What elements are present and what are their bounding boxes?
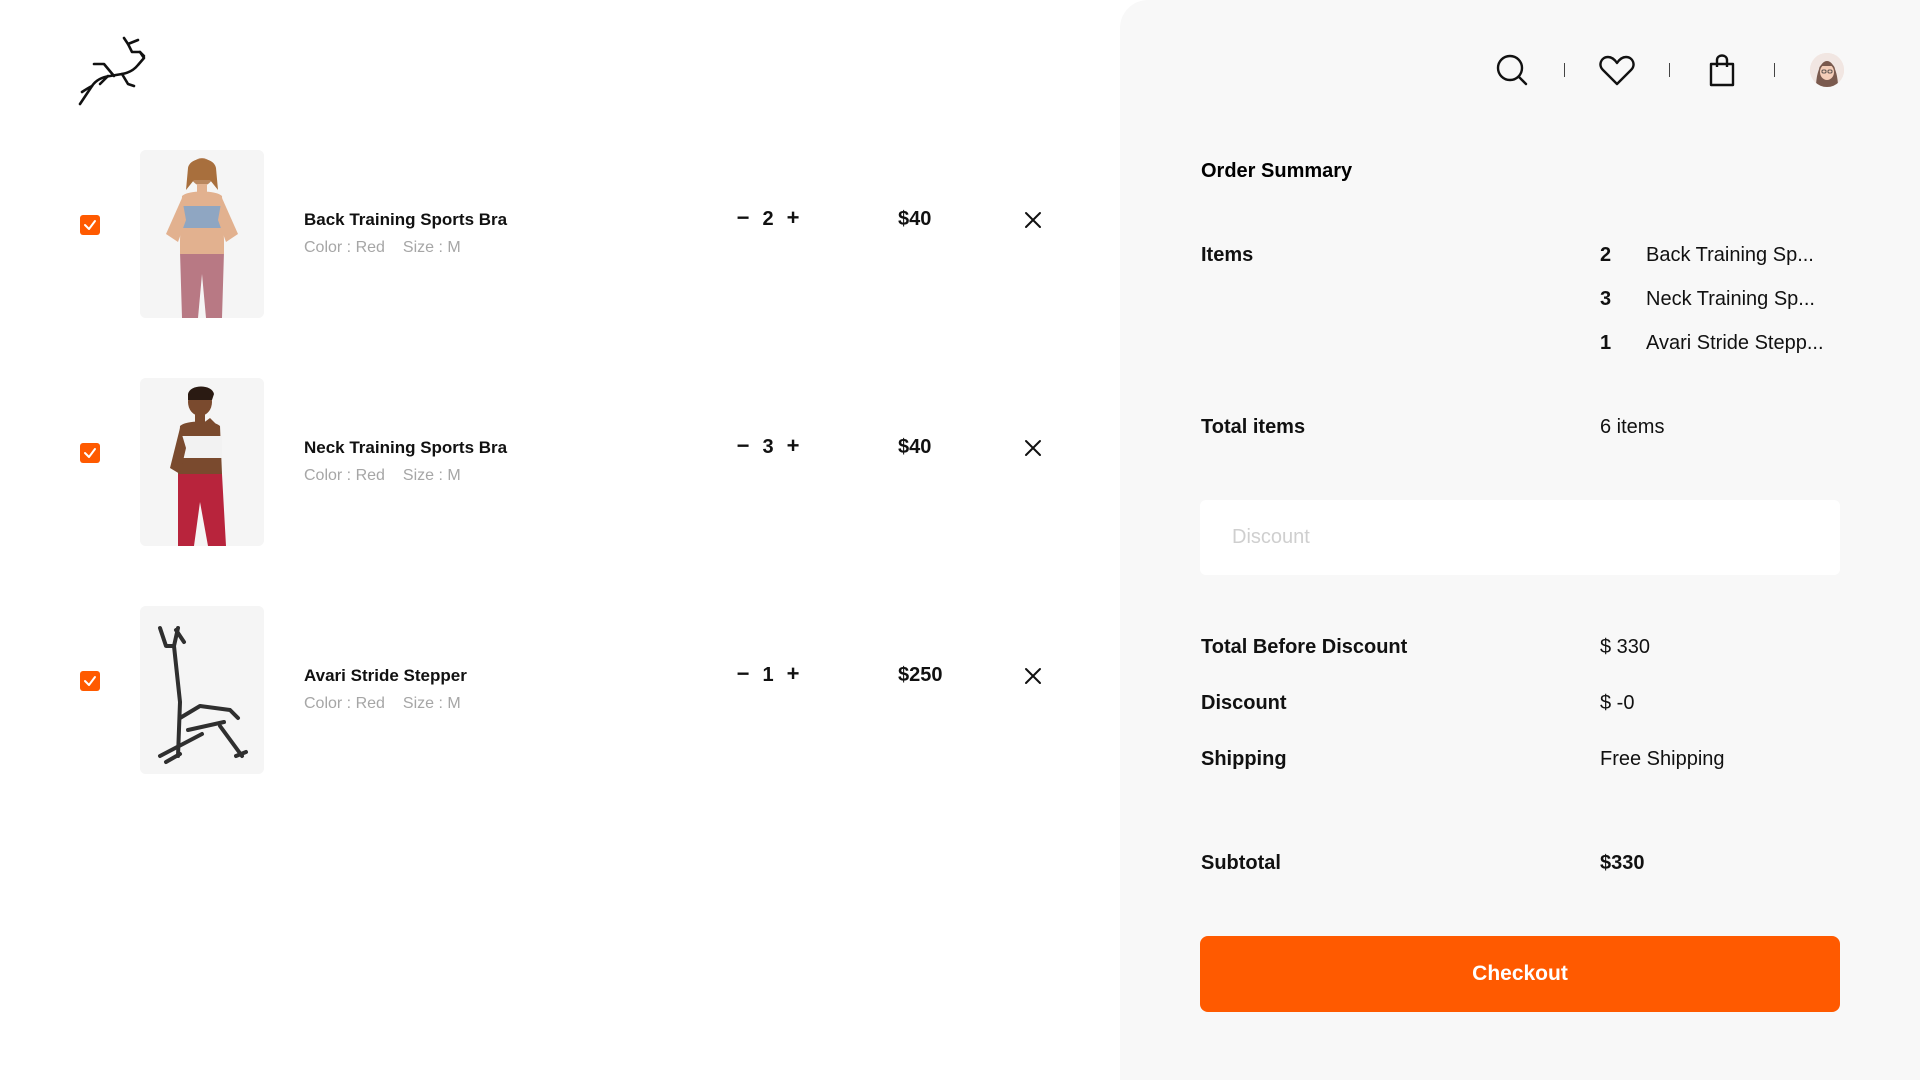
discount-input[interactable]: [1200, 500, 1840, 575]
decrease-qty-button[interactable]: −: [730, 660, 756, 690]
cart-item: Neck Training Sports Bra Color : Red Size…: [0, 378, 1120, 546]
quantity-value: 2: [762, 207, 774, 230]
order-summary-panel: Order Summary Items 2 Back Training Sp..…: [1120, 0, 1920, 1080]
summary-item-name: Back Training Sp...: [1646, 244, 1814, 266]
divider: [1564, 63, 1565, 77]
close-icon[interactable]: [1024, 667, 1042, 685]
avatar[interactable]: [1809, 52, 1845, 88]
divider: [1774, 63, 1775, 77]
summary-item: 2 Back Training Sp...: [1600, 244, 1846, 267]
item-price: $40: [898, 436, 932, 458]
shipping-label: Shipping: [1201, 748, 1287, 770]
quantity-stepper: − 3 +: [730, 432, 806, 462]
shipping-value: Free Shipping: [1600, 748, 1725, 770]
product-size: Size : M: [402, 239, 461, 256]
quantity-value: 1: [762, 663, 774, 686]
quantity-value: 3: [762, 435, 774, 458]
sports-bra-blue-image[interactable]: [140, 150, 264, 318]
search-icon[interactable]: [1494, 52, 1530, 88]
cart-list: Back Training Sports Bra Color : Red Size…: [0, 0, 1120, 1080]
stepper-image[interactable]: [140, 606, 264, 774]
summary-item-count: 3: [1600, 288, 1612, 310]
item-price: $250: [898, 664, 943, 686]
sports-bra-white-image[interactable]: [140, 378, 264, 546]
product-name[interactable]: Avari Stride Stepper: [304, 666, 467, 686]
discount-value: $ -0: [1600, 692, 1635, 714]
decrease-qty-button[interactable]: −: [730, 204, 756, 234]
subtotal-value: $330: [1600, 852, 1645, 874]
summary-item-count: 1: [1600, 332, 1612, 354]
product-meta: Color : Red Size : M: [304, 467, 461, 485]
product-color: Color : Red: [304, 695, 385, 712]
cart-page: Back Training Sports Bra Color : Red Size…: [0, 0, 1920, 1080]
total-before-discount-value: $ 330: [1600, 636, 1651, 658]
item-checkbox[interactable]: [80, 215, 100, 235]
item-checkbox[interactable]: [80, 443, 100, 463]
cart-item: Back Training Sports Bra Color : Red Size…: [0, 150, 1120, 318]
close-icon[interactable]: [1024, 211, 1042, 229]
product-meta: Color : Red Size : M: [304, 695, 461, 713]
total-items-label: Total items: [1201, 416, 1306, 438]
summary-item-count: 2: [1600, 244, 1612, 266]
discount-label: Discount: [1201, 692, 1287, 714]
product-meta: Color : Red Size : M: [304, 239, 461, 257]
checkout-button[interactable]: Checkout: [1200, 936, 1840, 1012]
summary-item: 1 Avari Stride Stepp...: [1600, 332, 1846, 355]
increase-qty-button[interactable]: +: [780, 204, 806, 234]
product-name[interactable]: Back Training Sports Bra: [304, 210, 507, 230]
increase-qty-button[interactable]: +: [780, 660, 806, 690]
item-price: $40: [898, 208, 932, 230]
summary-item: 3 Neck Training Sp...: [1600, 288, 1846, 311]
summary-item-name: Avari Stride Stepp...: [1646, 332, 1824, 354]
cart-item: Avari Stride Stepper Color : Red Size : M…: [0, 606, 1120, 774]
decrease-qty-button[interactable]: −: [730, 432, 756, 462]
product-size: Size : M: [402, 467, 461, 484]
product-color: Color : Red: [304, 239, 385, 256]
item-checkbox[interactable]: [80, 671, 100, 691]
total-items-value: 6 items: [1600, 416, 1665, 438]
total-before-discount-label: Total Before Discount: [1201, 636, 1408, 658]
quantity-stepper: − 1 +: [730, 660, 806, 690]
product-size: Size : M: [402, 695, 461, 712]
header-icons: [1494, 52, 1845, 88]
summary-title: Order Summary: [1201, 160, 1353, 182]
subtotal-label: Subtotal: [1201, 852, 1281, 874]
summary-item-name: Neck Training Sp...: [1646, 288, 1815, 310]
increase-qty-button[interactable]: +: [780, 432, 806, 462]
bag-icon[interactable]: [1704, 52, 1740, 88]
items-label: Items: [1201, 244, 1254, 266]
close-icon[interactable]: [1024, 439, 1042, 457]
quantity-stepper: − 2 +: [730, 204, 806, 234]
product-color: Color : Red: [304, 467, 385, 484]
product-name[interactable]: Neck Training Sports Bra: [304, 438, 507, 458]
heart-icon[interactable]: [1599, 52, 1635, 88]
divider: [1669, 63, 1670, 77]
